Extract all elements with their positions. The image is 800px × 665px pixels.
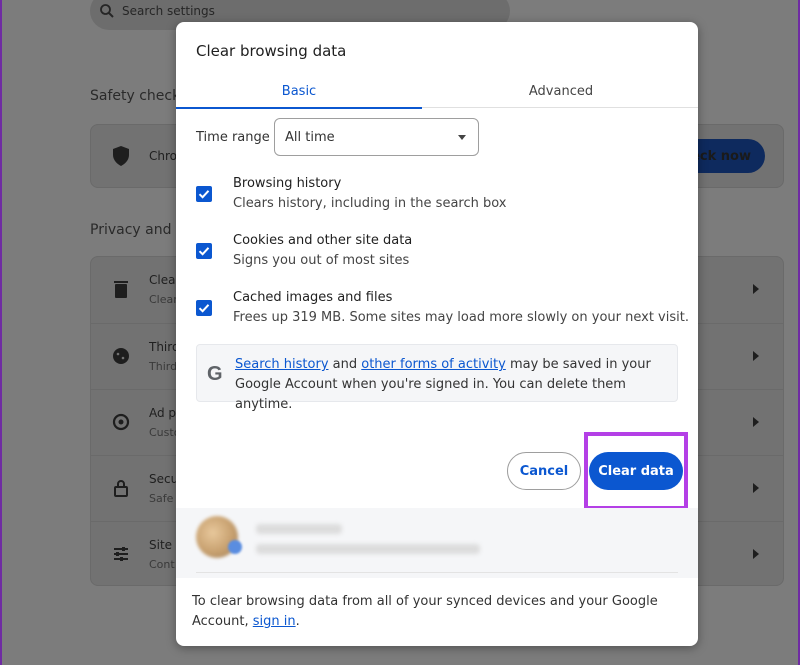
option-cached-images: Cached images and files Frees up 319 MB.… — [196, 290, 689, 334]
time-range-label: Time range — [196, 130, 270, 145]
chevron-right-icon — [753, 417, 759, 427]
search-placeholder: Search settings — [122, 4, 215, 18]
privacy-row-title: Ad p — [149, 406, 177, 420]
time-range-select[interactable]: All time — [274, 118, 479, 156]
cookies-checkbox[interactable] — [196, 243, 212, 259]
checkmark-icon — [198, 304, 210, 313]
browsing-history-checkbox[interactable] — [196, 186, 212, 202]
cached-images-checkbox[interactable] — [196, 300, 212, 316]
footer-text: To clear browsing data from all of your … — [192, 592, 682, 632]
shield-icon — [113, 146, 129, 166]
privacy-row-sub: Third — [149, 360, 178, 373]
chevron-right-icon — [753, 351, 759, 361]
safety-check-title: Safety check — [90, 88, 181, 104]
option-title: Browsing history — [233, 176, 342, 191]
privacy-section-title: Privacy and s — [90, 222, 184, 238]
search-icon — [100, 4, 114, 18]
checkmark-icon — [198, 247, 210, 256]
option-cookies: Cookies and other site data Signs you ou… — [196, 233, 676, 277]
lock-icon — [114, 480, 128, 497]
tune-icon — [114, 547, 128, 561]
ad-privacy-icon — [112, 413, 130, 431]
sign-in-link[interactable]: sign in — [253, 614, 296, 629]
info-text-mid: and — [328, 357, 362, 372]
account-area-blurred — [176, 508, 698, 578]
clear-browsing-data-dialog: Clear browsing data Basic Advanced Time … — [176, 22, 698, 646]
tab-basic[interactable]: Basic — [176, 74, 422, 109]
trash-icon — [114, 281, 128, 298]
sync-badge-icon — [228, 540, 242, 554]
option-subtitle: Frees up 319 MB. Some sites may load mor… — [233, 310, 689, 325]
privacy-row-sub: Clear — [149, 293, 178, 306]
chevron-right-icon — [753, 483, 759, 493]
option-subtitle: Signs you out of most sites — [233, 253, 410, 268]
time-range-value: All time — [285, 129, 335, 145]
tab-advanced[interactable]: Advanced — [436, 74, 686, 108]
option-browsing-history: Browsing history Clears history, includi… — [196, 176, 676, 220]
option-title: Cached images and files — [233, 290, 393, 305]
cancel-button[interactable]: Cancel — [507, 452, 581, 490]
other-activity-link[interactable]: other forms of activity — [361, 357, 506, 372]
option-subtitle: Clears history, including in the search … — [233, 196, 507, 211]
chevron-right-icon — [753, 284, 759, 294]
highlight-box — [584, 432, 688, 510]
google-activity-info: G Search history and other forms of acti… — [196, 344, 678, 412]
privacy-row-sub: Cont — [149, 558, 175, 571]
dialog-title: Clear browsing data — [196, 42, 347, 60]
footer-divider — [196, 572, 678, 573]
search-history-link[interactable]: Search history — [235, 357, 329, 372]
privacy-row-sub: Safe — [149, 492, 174, 505]
dropdown-caret-icon — [458, 135, 466, 140]
privacy-row-title: Secu — [149, 472, 179, 486]
blurred-account-name — [256, 524, 342, 534]
dialog-tabs: Basic Advanced — [176, 74, 698, 109]
option-title: Cookies and other site data — [233, 233, 413, 248]
blurred-account-email — [256, 544, 480, 554]
footer-text-end: . — [295, 614, 300, 629]
chevron-right-icon — [753, 549, 759, 559]
safety-row-text: Chro — [149, 149, 177, 163]
checkmark-icon — [198, 190, 210, 199]
google-g-icon: G — [207, 363, 223, 385]
info-text: Search history and other forms of activi… — [235, 355, 665, 415]
cookie-icon — [113, 348, 129, 364]
